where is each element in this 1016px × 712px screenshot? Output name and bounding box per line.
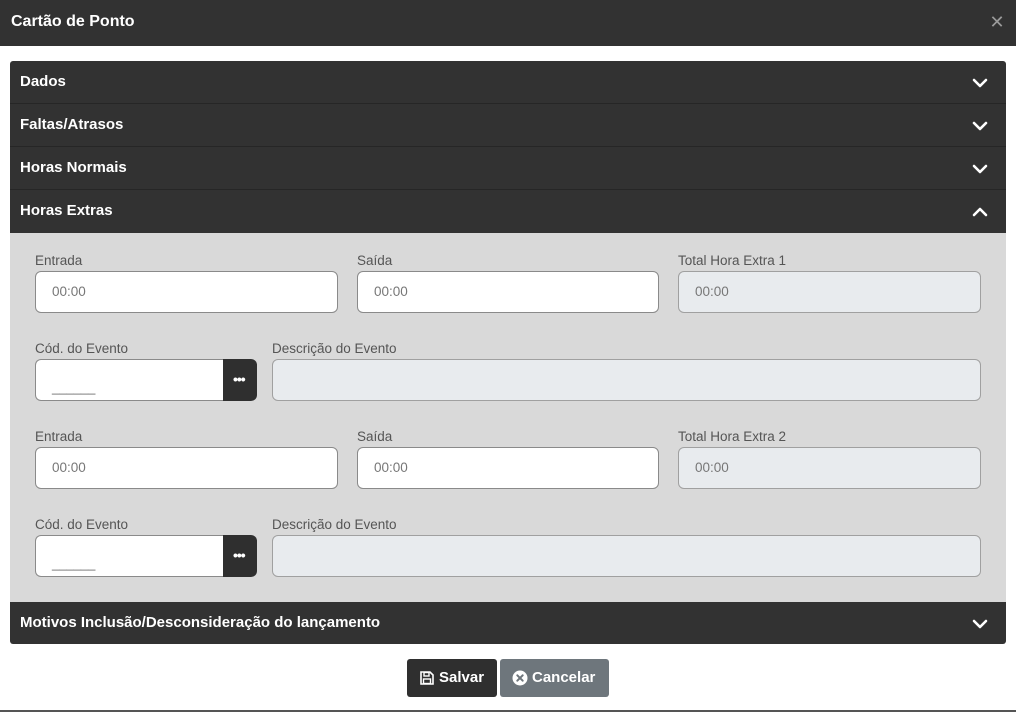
descricao-evento-1-field [272, 359, 981, 401]
entrada-2-label: Entrada [35, 429, 83, 444]
more-icon: ••• [233, 547, 246, 563]
chevron-down-icon [972, 161, 988, 177]
section-motivos-header[interactable]: Motivos Inclusão/Desconsideração do lanç… [10, 602, 1006, 644]
close-circle-icon [512, 670, 528, 686]
saida-1-label: Saída [357, 253, 393, 268]
more-icon: ••• [233, 371, 246, 387]
floppy-disk-icon [419, 670, 435, 686]
entrada-1-input[interactable]: 00:00 [35, 271, 338, 313]
cod-evento-2-input[interactable]: ______ [35, 535, 224, 577]
chevron-up-icon [972, 204, 988, 220]
section-label: Horas Normais [20, 159, 127, 176]
section-label: Horas Extras [20, 202, 113, 219]
section-horas-normais-header[interactable]: Horas Normais [10, 147, 1006, 190]
cod-evento-2-group: ______ ••• [35, 535, 257, 577]
chevron-down-icon [972, 118, 988, 134]
section-dados-header[interactable]: Dados [10, 61, 1006, 104]
save-label: Salvar [439, 669, 485, 686]
total-hora-extra-1-label: Total Hora Extra 1 [678, 253, 787, 268]
section-label: Motivos Inclusão/Desconsideração do lanç… [20, 614, 381, 631]
section-label: Dados [20, 73, 66, 90]
cod-evento-1-input[interactable]: ______ [35, 359, 224, 401]
descricao-evento-2-field [272, 535, 981, 577]
section-faltas-header[interactable]: Faltas/Atrasos [10, 104, 1006, 147]
cancel-label: Cancelar [532, 669, 596, 686]
cod-evento-1-label: Cód. do Evento [35, 341, 129, 356]
entrada-1-label: Entrada [35, 253, 83, 268]
section-horas-extras-header[interactable]: Horas Extras [10, 190, 1006, 233]
saida-2-label: Saída [357, 429, 393, 444]
section-label: Faltas/Atrasos [20, 116, 124, 133]
horas-extras-panel: Entrada 00:00 Saída 00:00 Total Hora Ext… [10, 233, 1006, 602]
chevron-down-icon [972, 616, 988, 632]
total-hora-extra-1-field: 00:00 [678, 271, 981, 313]
close-icon[interactable]: ✕ [989, 13, 1005, 31]
descricao-evento-1-label: Descrição do Evento [272, 341, 397, 356]
save-button[interactable]: Salvar [407, 659, 497, 697]
chevron-down-icon [972, 75, 988, 91]
cod-evento-mask: ______ [52, 380, 96, 395]
saida-1-input[interactable]: 00:00 [357, 271, 659, 313]
dialog-title: Cartão de Ponto [11, 13, 135, 30]
lookup-button[interactable]: ••• [223, 359, 257, 401]
entrada-2-input[interactable]: 00:00 [35, 447, 338, 489]
saida-2-input[interactable]: 00:00 [357, 447, 659, 489]
dialog-titlebar: Cartão de Ponto ✕ [0, 0, 1016, 46]
lookup-button[interactable]: ••• [223, 535, 257, 577]
total-hora-extra-2-field: 00:00 [678, 447, 981, 489]
total-hora-extra-2-label: Total Hora Extra 2 [678, 429, 787, 444]
cancel-button[interactable]: Cancelar [500, 659, 609, 697]
cod-evento-1-group: ______ ••• [35, 359, 257, 401]
cod-evento-mask: ______ [52, 556, 96, 571]
cod-evento-2-label: Cód. do Evento [35, 517, 129, 532]
descricao-evento-2-label: Descrição do Evento [272, 517, 397, 532]
accordion: Dados Faltas/Atrasos Horas Normais Horas… [10, 61, 1006, 644]
